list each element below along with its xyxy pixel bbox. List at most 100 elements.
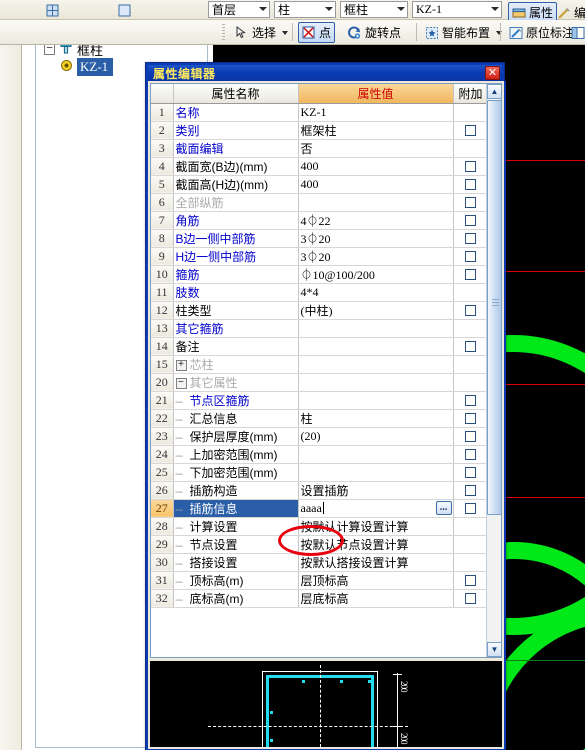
inplace-annotation-tool[interactable]: 原位标注: [506, 22, 577, 43]
point-tool[interactable]: 点: [298, 22, 336, 43]
property-name-cell[interactable]: H边一侧中部筋: [173, 247, 299, 266]
attach-checkbox[interactable]: [465, 125, 476, 137]
attach-cell[interactable]: [453, 571, 489, 590]
attach-cell[interactable]: [453, 157, 489, 176]
attach-cell[interactable]: [453, 319, 489, 338]
attach-checkbox[interactable]: [465, 503, 476, 515]
tree-node-kz1[interactable]: KZ-1: [60, 58, 114, 76]
property-name-cell[interactable]: — 搭接设置: [173, 553, 299, 572]
table-row[interactable]: 3 截面编辑 否: [151, 139, 489, 158]
close-icon[interactable]: ✕: [485, 66, 500, 80]
toolbar-extra-icon[interactable]: [118, 2, 132, 20]
property-value-cell[interactable]: [298, 355, 454, 374]
table-row[interactable]: 31— 顶标高(m) 层顶标高: [151, 571, 489, 590]
table-row[interactable]: 29— 节点设置 按默认节点设置计算: [151, 535, 489, 554]
attach-checkbox[interactable]: [465, 161, 476, 173]
attach-checkbox[interactable]: [465, 575, 476, 587]
table-row[interactable]: 7 角筋 4⏀22: [151, 211, 489, 230]
table-row[interactable]: 20− 其它属性: [151, 373, 489, 392]
property-value-input[interactable]: aaaa...: [297, 498, 454, 518]
attach-cell[interactable]: [453, 301, 489, 320]
attach-cell[interactable]: [453, 355, 489, 374]
attach-checkbox[interactable]: [465, 467, 476, 479]
property-name-cell[interactable]: — 下加密范围(mm): [173, 463, 299, 482]
property-value-cell[interactable]: ⏀10@100/200: [298, 265, 454, 284]
component-select[interactable]: KZ-1: [412, 1, 502, 18]
attach-cell[interactable]: [453, 535, 489, 554]
attach-cell[interactable]: [453, 445, 489, 464]
property-name-cell[interactable]: — 计算设置: [173, 517, 299, 536]
column-header-attach[interactable]: 附加: [453, 84, 489, 104]
property-value-cell[interactable]: 3⏀20: [298, 247, 454, 266]
property-value-cell[interactable]: 层顶标高: [298, 571, 454, 590]
table-row[interactable]: 1 名称 KZ-1: [151, 103, 489, 122]
table-row[interactable]: 2 类别 框架柱: [151, 121, 489, 140]
table-row[interactable]: 28— 计算设置 按默认计算设置计算: [151, 517, 489, 536]
property-name-cell[interactable]: 全部纵筋: [173, 193, 299, 212]
table-row[interactable]: 14 备注: [151, 337, 489, 356]
table-row[interactable]: 5 截面高(H边)(mm) 400: [151, 175, 489, 194]
attach-cell[interactable]: [453, 517, 489, 536]
property-name-cell[interactable]: 名称: [173, 103, 299, 122]
property-value-cell[interactable]: [298, 445, 454, 464]
attach-cell[interactable]: [453, 265, 489, 284]
property-value-cell[interactable]: 按默认搭接设置计算: [298, 553, 454, 572]
attach-cell[interactable]: [453, 499, 489, 518]
attach-checkbox[interactable]: [465, 179, 476, 191]
attach-checkbox[interactable]: [465, 413, 476, 425]
table-row[interactable]: 8 B边一侧中部筋 3⏀20: [151, 229, 489, 248]
property-value-cell[interactable]: 4*4: [298, 283, 454, 302]
property-value-cell[interactable]: [298, 373, 454, 392]
property-value-cell[interactable]: 层底标高: [298, 589, 454, 608]
property-value-cell[interactable]: 3⏀20: [298, 229, 454, 248]
attach-cell[interactable]: [453, 283, 489, 302]
property-name-cell[interactable]: + 芯柱: [173, 355, 299, 374]
property-value-cell[interactable]: 400: [298, 157, 454, 176]
attach-checkbox[interactable]: [465, 431, 476, 443]
collapse-icon[interactable]: −: [175, 377, 187, 389]
attach-cell[interactable]: [453, 391, 489, 410]
attach-checkbox[interactable]: [465, 395, 476, 407]
attach-cell[interactable]: [453, 193, 489, 212]
attach-checkbox[interactable]: [465, 233, 476, 245]
property-value-cell[interactable]: [298, 337, 454, 356]
table-row[interactable]: 10 箍筋 ⏀10@100/200: [151, 265, 489, 284]
scroll-up-icon[interactable]: ▲: [487, 84, 501, 99]
attach-cell[interactable]: [453, 463, 489, 482]
scroll-down-icon[interactable]: ▼: [487, 642, 501, 657]
table-row[interactable]: 22— 汇总信息 柱: [151, 409, 489, 428]
table-row[interactable]: 4 截面宽(B边)(mm) 400: [151, 157, 489, 176]
property-name-cell[interactable]: — 插筋信息: [173, 499, 299, 518]
floor-select[interactable]: 首层: [208, 1, 270, 18]
property-value-cell[interactable]: 400: [298, 175, 454, 194]
grid-scrollbar[interactable]: ▲ ▼: [486, 84, 501, 657]
table-row[interactable]: 12 柱类型 (中柱): [151, 301, 489, 320]
attach-checkbox[interactable]: [465, 341, 476, 353]
attach-cell[interactable]: [453, 589, 489, 608]
table-row[interactable]: 6 全部纵筋: [151, 193, 489, 212]
property-name-cell[interactable]: B边一侧中部筋: [173, 229, 299, 248]
extra-panel-button[interactable]: [568, 22, 585, 43]
property-value-cell[interactable]: 柱: [298, 409, 454, 428]
table-row[interactable]: 27— 插筋信息 aaaa...: [151, 498, 489, 518]
scrollbar-thumb[interactable]: [487, 100, 501, 515]
property-value-cell[interactable]: [298, 319, 454, 338]
attach-checkbox[interactable]: [465, 305, 476, 317]
table-row[interactable]: 25— 下加密范围(mm): [151, 463, 489, 482]
table-row[interactable]: 23— 保护层厚度(mm) (20): [151, 427, 489, 446]
table-row[interactable]: 26— 插筋构造 设置插筋: [151, 481, 489, 500]
table-row[interactable]: 15 + 芯柱: [151, 355, 489, 374]
attach-cell[interactable]: [453, 409, 489, 428]
browse-ellipsis-button[interactable]: ...: [435, 500, 452, 515]
property-value-cell[interactable]: [298, 391, 454, 410]
property-name-cell[interactable]: 柱类型: [173, 301, 299, 320]
chevron-down-icon[interactable]: [282, 30, 289, 35]
attach-checkbox[interactable]: [465, 215, 476, 227]
attach-cell[interactable]: [453, 211, 489, 230]
attach-cell[interactable]: [453, 121, 489, 140]
table-row[interactable]: 13 其它箍筋: [151, 319, 489, 338]
standard-tool-partial[interactable]: [46, 2, 60, 20]
property-value-cell[interactable]: 4⏀22: [298, 211, 454, 230]
attach-checkbox[interactable]: [465, 197, 476, 209]
attach-cell[interactable]: [453, 247, 489, 266]
